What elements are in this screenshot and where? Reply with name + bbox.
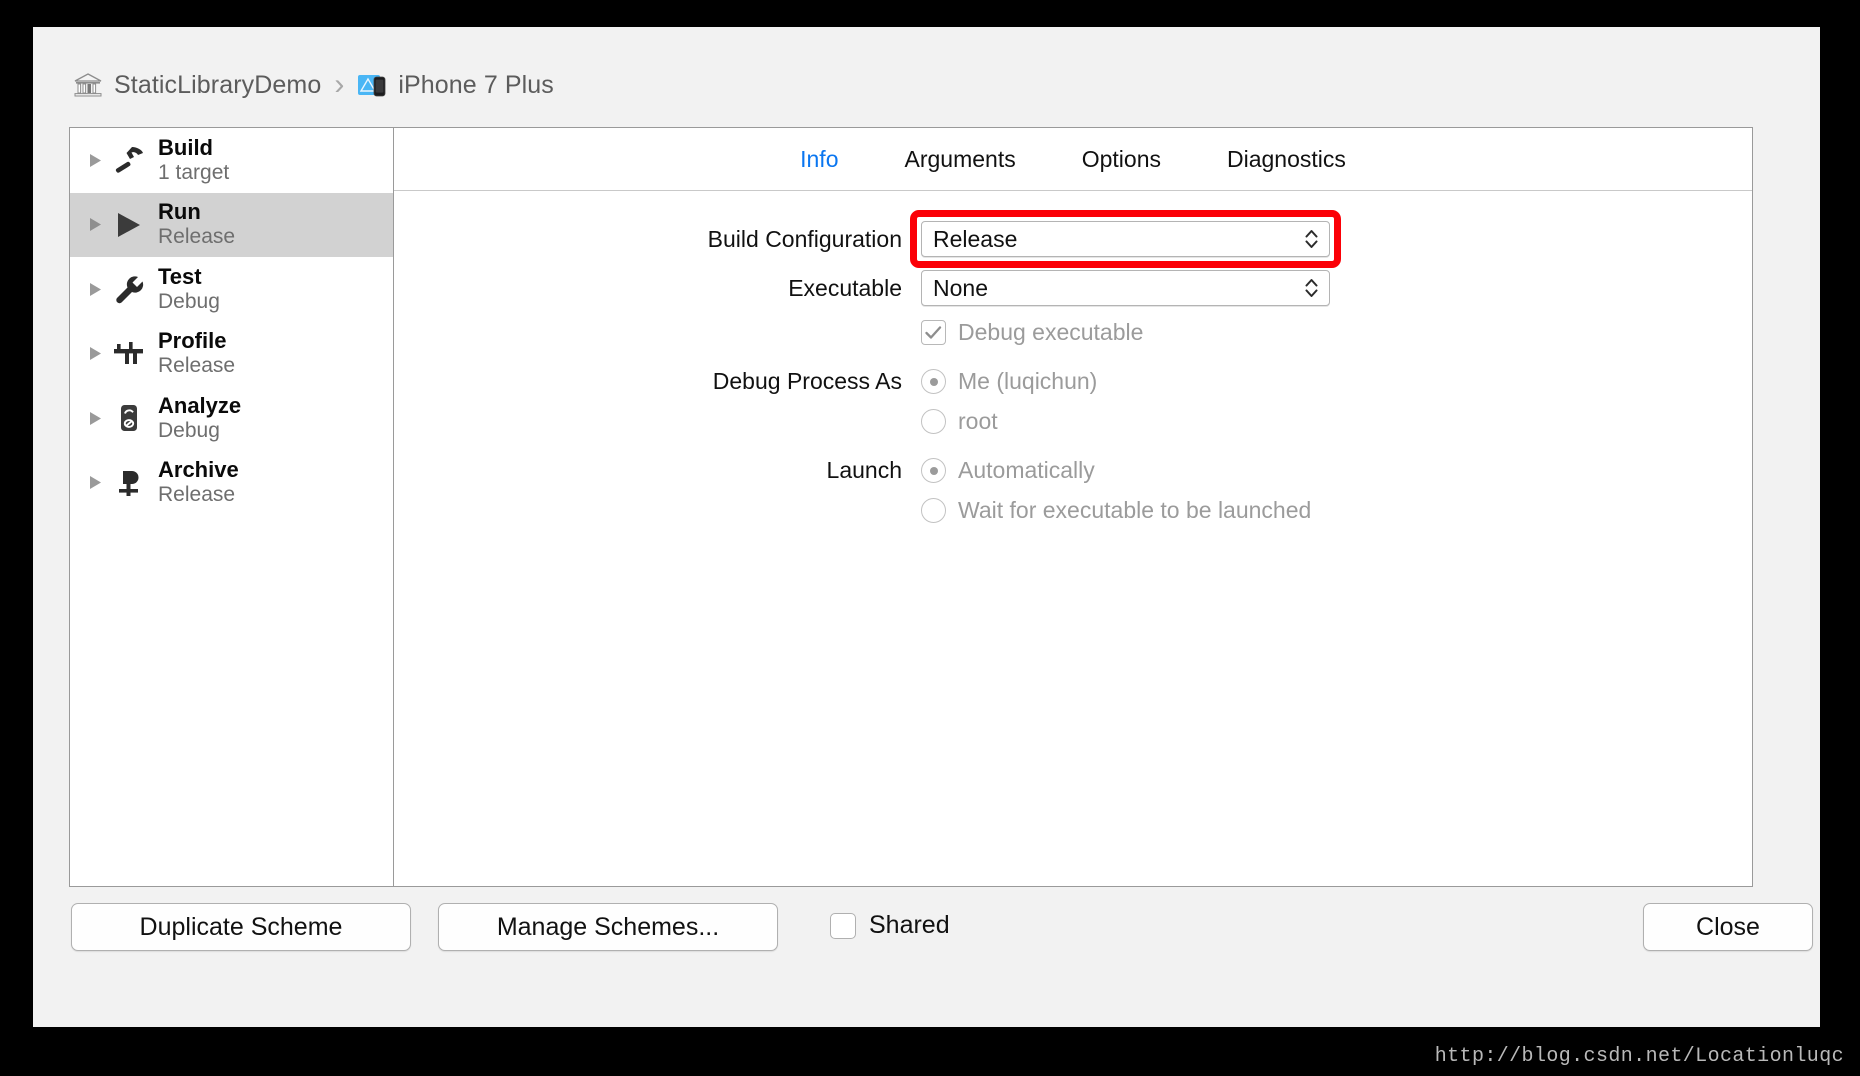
chevron-updown-icon bbox=[1305, 279, 1318, 298]
sidebar-item-text: Test Debug bbox=[158, 264, 220, 315]
spacer-label bbox=[394, 408, 921, 435]
radio-me-selected[interactable] bbox=[921, 369, 946, 394]
bottom-button-bar: Duplicate Scheme Manage Schemes... Share… bbox=[33, 887, 1820, 1027]
radio-automatically-selected[interactable] bbox=[921, 458, 946, 483]
sidebar-item-text: Build 1 target bbox=[158, 135, 229, 186]
sidebar-item-build[interactable]: Build 1 target bbox=[70, 128, 393, 193]
debug-executable-label: Debug executable bbox=[958, 319, 1144, 345]
build-configuration-label: Build Configuration bbox=[707, 225, 902, 252]
debug-process-as-option-me[interactable]: Me (luqichun) bbox=[921, 368, 1097, 395]
sidebar-item-subtitle: Release bbox=[158, 483, 236, 507]
chevron-updown-icon bbox=[1305, 230, 1318, 249]
disclosure-triangle-icon[interactable] bbox=[84, 475, 106, 490]
bank-icon bbox=[73, 71, 114, 99]
launch-option-automatically[interactable]: Automatically bbox=[921, 457, 1095, 484]
launch-row: Launch Automatically bbox=[394, 457, 1752, 484]
manage-schemes-button[interactable]: Manage Schemes... bbox=[438, 903, 778, 951]
executable-select[interactable]: None bbox=[921, 270, 1330, 306]
build-configuration-value: Release bbox=[933, 225, 1018, 252]
build-configuration-field: Release bbox=[910, 210, 1341, 268]
radio-wait-label: Wait for executable to be launched bbox=[958, 497, 1312, 523]
close-button[interactable]: Close bbox=[1643, 903, 1813, 951]
spacer-label bbox=[394, 319, 921, 346]
disclosure-triangle-icon[interactable] bbox=[84, 282, 106, 297]
scheme-detail-content: Info Arguments Options Diagnostics Build… bbox=[394, 128, 1752, 886]
tab-bar: Info Arguments Options Diagnostics bbox=[394, 128, 1752, 191]
sidebar-item-subtitle: Release bbox=[158, 225, 236, 249]
scheme-action-sidebar: Build 1 target Run Release Test Debug Pr… bbox=[70, 128, 394, 886]
debug-process-as-option-root[interactable]: root bbox=[921, 408, 998, 435]
duplicate-scheme-button[interactable]: Duplicate Scheme bbox=[71, 903, 411, 951]
disclosure-triangle-icon[interactable] bbox=[84, 411, 106, 426]
radio-root-unselected[interactable] bbox=[921, 409, 946, 434]
sidebar-item-text: Archive Release bbox=[158, 457, 239, 508]
sidebar-item-test[interactable]: Test Debug bbox=[70, 257, 393, 322]
sidebar-item-run[interactable]: Run Release bbox=[70, 192, 393, 257]
sidebar-item-text: Run Release bbox=[158, 199, 235, 250]
sidebar-item-subtitle: Debug bbox=[158, 418, 220, 442]
breadcrumb-project[interactable]: StaticLibraryDemo bbox=[114, 71, 321, 100]
disclosure-triangle-icon[interactable] bbox=[84, 153, 106, 168]
sidebar-item-subtitle: 1 target bbox=[158, 160, 230, 184]
radio-root-label: root bbox=[958, 408, 998, 434]
hammer-icon bbox=[106, 144, 152, 176]
build-configuration-row: Build Configuration Release bbox=[394, 210, 1752, 268]
disclosure-triangle-icon[interactable] bbox=[84, 217, 106, 232]
wrench-icon bbox=[106, 273, 152, 305]
scheme-editor-window: StaticLibraryDemo › iPhone 7 Plus Build … bbox=[33, 27, 1820, 1027]
breadcrumb-device[interactable]: iPhone 7 Plus bbox=[398, 71, 554, 100]
caliper-icon bbox=[106, 338, 152, 370]
launch-row-wait: Wait for executable to be launched bbox=[394, 497, 1752, 524]
tab-options[interactable]: Options bbox=[1082, 146, 1161, 173]
sidebar-item-title: Build bbox=[158, 134, 213, 160]
debug-executable-checkbox[interactable] bbox=[921, 320, 946, 345]
sidebar-item-text: Analyze Debug bbox=[158, 393, 241, 444]
sidebar-item-archive[interactable]: Archive Release bbox=[70, 451, 393, 516]
device-icon bbox=[357, 71, 398, 99]
shared-checkbox[interactable] bbox=[830, 912, 856, 939]
sidebar-item-subtitle: Debug bbox=[158, 289, 220, 313]
sidebar-item-text: Profile Release bbox=[158, 328, 235, 379]
debug-process-as-label: Debug Process As bbox=[712, 368, 902, 394]
play-icon bbox=[106, 209, 152, 241]
info-form: Build Configuration Release Executable N… bbox=[394, 191, 1752, 524]
debug-executable-field: Debug executable bbox=[921, 319, 1143, 346]
radio-me-label: Me (luqichun) bbox=[958, 368, 1098, 394]
executable-field: None bbox=[921, 270, 1330, 306]
disclosure-triangle-icon[interactable] bbox=[84, 346, 106, 361]
sidebar-item-analyze[interactable]: Analyze Debug bbox=[70, 386, 393, 451]
archive-icon bbox=[106, 467, 152, 499]
sidebar-item-title: Test bbox=[158, 263, 202, 289]
executable-label: Executable bbox=[788, 274, 902, 301]
debug-process-as-row: Debug Process As Me (luqichun) bbox=[394, 368, 1752, 395]
debug-process-as-row-root: root bbox=[394, 408, 1752, 435]
footer-watermark: http://blog.csdn.net/Locationluqc bbox=[1434, 1045, 1844, 1068]
tab-info[interactable]: Info bbox=[800, 146, 838, 173]
radio-wait-unselected[interactable] bbox=[921, 498, 946, 523]
breadcrumb: StaticLibraryDemo › iPhone 7 Plus bbox=[73, 65, 554, 105]
tab-arguments[interactable]: Arguments bbox=[905, 146, 1016, 173]
editor-panel: Build 1 target Run Release Test Debug Pr… bbox=[69, 127, 1753, 887]
tab-diagnostics[interactable]: Diagnostics bbox=[1227, 146, 1346, 173]
sidebar-item-subtitle: Release bbox=[158, 354, 236, 378]
radio-automatically-label: Automatically bbox=[958, 457, 1095, 483]
sidebar-item-title: Run bbox=[158, 199, 201, 225]
executable-value: None bbox=[933, 274, 988, 301]
spacer-label bbox=[394, 497, 921, 524]
debug-executable-row: Debug executable bbox=[394, 319, 1752, 346]
launch-label: Launch bbox=[826, 457, 902, 483]
sidebar-item-title: Profile bbox=[158, 328, 227, 354]
launch-option-wait[interactable]: Wait for executable to be launched bbox=[921, 497, 1311, 524]
screenshot-root: StaticLibraryDemo › iPhone 7 Plus Build … bbox=[0, 0, 1860, 1076]
executable-row: Executable None bbox=[394, 270, 1752, 306]
build-configuration-select[interactable]: Release bbox=[921, 221, 1330, 257]
sidebar-item-title: Archive bbox=[158, 457, 239, 483]
shared-label: Shared bbox=[869, 911, 950, 939]
sidebar-item-title: Analyze bbox=[158, 392, 242, 418]
analyze-icon bbox=[106, 402, 152, 434]
shared-checkbox-group[interactable]: Shared bbox=[830, 911, 950, 940]
breadcrumb-separator-icon: › bbox=[334, 68, 345, 101]
sidebar-item-profile[interactable]: Profile Release bbox=[70, 322, 393, 387]
